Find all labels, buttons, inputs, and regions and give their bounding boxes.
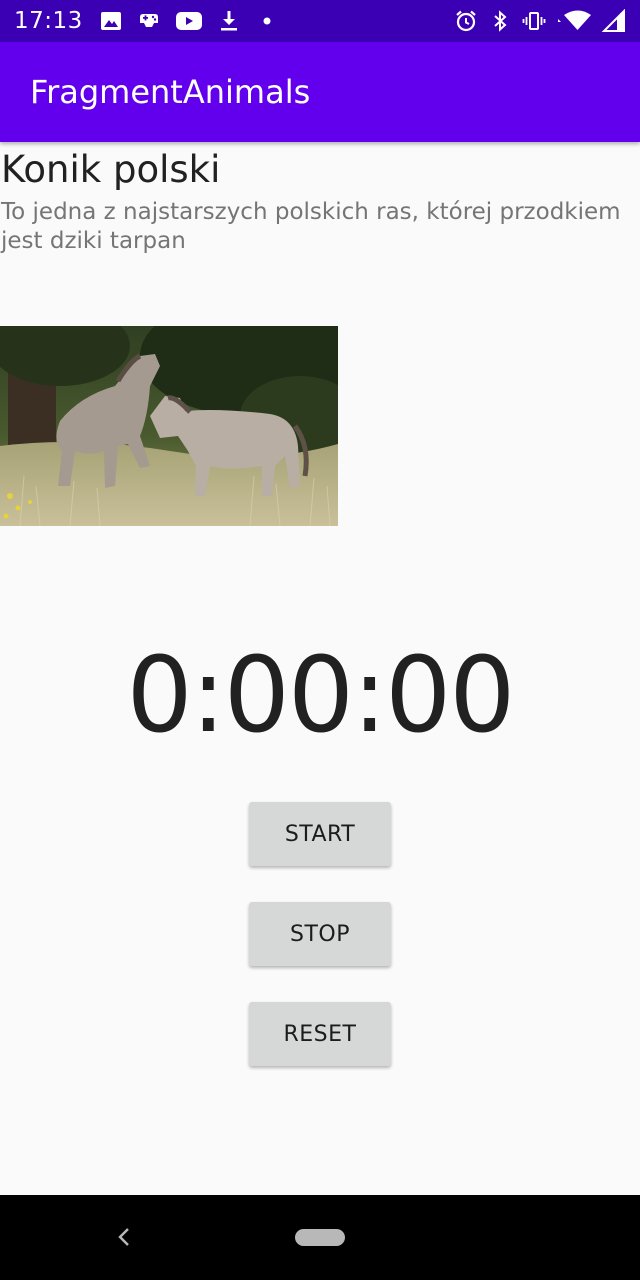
two-horses-photo [0,326,338,526]
reset-button[interactable]: RESET [249,1002,391,1066]
dot-icon [255,9,279,33]
gamepad-icon [137,9,161,33]
status-bar: 17:13 [0,0,640,42]
signal-icon [602,9,626,33]
alarm-icon [454,9,478,33]
animal-name: Konik polski [1,148,221,191]
animal-description: To jedna z najstarszych polskich ras, kt… [1,199,621,254]
status-notification-icons [99,9,279,33]
app-bar: FragmentAnimals [0,42,640,142]
youtube-icon [175,9,203,33]
screen: 17:13 FragmentAnimals Konik polski To je… [0,0,640,1280]
app-title: FragmentAnimals [30,73,311,111]
home-pill-icon[interactable] [295,1229,345,1246]
bluetooth-icon [488,9,512,33]
wifi-icon [556,9,592,33]
navigation-bar [0,1195,640,1280]
stopwatch-time: 0:00:00 [126,634,516,756]
back-icon[interactable] [110,1223,138,1251]
download-icon [217,9,241,33]
stop-button[interactable]: STOP [249,902,391,966]
status-system-icons [454,9,626,33]
vibrate-icon [522,9,546,33]
image-icon [99,9,123,33]
start-button[interactable]: START [249,802,391,866]
status-time: 17:13 [14,8,83,34]
